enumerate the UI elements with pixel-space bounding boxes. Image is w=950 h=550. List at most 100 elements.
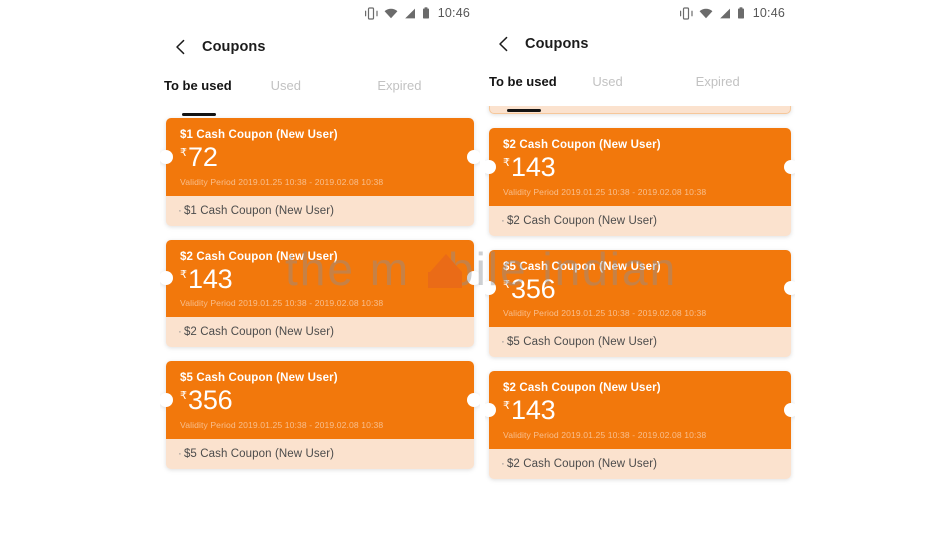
coupon-amount-value: 356: [188, 385, 233, 416]
coupon-amount-value: 143: [511, 152, 556, 182]
coupon-title: $2 Cash Coupon (New User): [503, 382, 661, 395]
tab-label: To be used: [489, 74, 557, 89]
coupon-amount-value: 356: [511, 273, 556, 304]
coupon-body: $5 Cash Coupon (New User) ₹ 356 Validity…: [160, 361, 480, 439]
coupon-amount: ₹ 356: [180, 385, 460, 416]
coupon-card[interactable]: $1 Cash Coupon (New User) ₹ 72 Validity …: [160, 118, 480, 226]
coupon-body: $5 Cash Coupon (New User) ₹ 356 Validity…: [485, 249, 795, 328]
coupon-validity: Validity Period 2019.01.25 10:38 - 2019.…: [503, 186, 707, 197]
tab-used[interactable]: Used: [267, 78, 374, 110]
coupon-footer: · $5 Cash Coupon (New User): [489, 327, 791, 358]
tab-expired[interactable]: Expired: [692, 74, 795, 106]
tab-active-indicator: [182, 112, 216, 116]
page-title: Coupons: [202, 39, 266, 55]
rupee-symbol: ₹: [503, 157, 510, 169]
tab-label: Expired: [695, 74, 740, 89]
coupon-amount-value: 143: [188, 263, 233, 294]
tab-bar-left: To be used Used Expired: [160, 78, 480, 116]
coupon-amount: ₹ 72: [180, 142, 460, 172]
coupon-body: $2 Cash Coupon (New User) ₹ 143 Validity…: [160, 239, 480, 318]
coupon-title: $5 Cash Coupon (New User): [180, 372, 338, 385]
coupon-notch-right: [784, 281, 795, 296]
status-bar-time: 10:46: [437, 6, 470, 20]
coupon-footer: · $5 Cash Coupon (New User): [166, 438, 474, 469]
app-bar-right: Coupons: [485, 27, 795, 61]
coupon-card[interactable]: $5 Cash Coupon (New User) ₹ 356 Validity…: [160, 361, 480, 469]
bullet-icon: ·: [501, 457, 505, 470]
coupon-validity: Validity Period 2019.01.25 10:38 - 2019.…: [503, 429, 707, 440]
coupon-notch-right: [467, 271, 480, 286]
vibrate-icon: [364, 6, 378, 20]
rupee-symbol: ₹: [503, 400, 510, 413]
coupon-card[interactable]: $5 Cash Coupon (New User) ₹ 356 Validity…: [485, 249, 795, 358]
coupon-notch-left: [160, 393, 173, 408]
coupon-validity: Validity Period 2019.01.25 10:38 - 2019.…: [503, 308, 707, 319]
bullet-icon: ·: [501, 214, 505, 227]
coupon-title: $2 Cash Coupon (New User): [180, 250, 338, 263]
coupon-notch-left: [160, 149, 173, 164]
coupon-notch-right: [467, 393, 480, 408]
coupon-amount: ₹ 143: [180, 263, 460, 294]
coupon-amount: ₹ 143: [503, 152, 777, 182]
coupon-body: $2 Cash Coupon (New User) ₹ 143 Validity…: [485, 371, 795, 449]
coupon-amount: ₹ 143: [503, 395, 777, 426]
vibrate-icon: [679, 6, 693, 20]
coupon-card[interactable]: $2 Cash Coupon (New User) ₹ 143 Validity…: [160, 239, 480, 348]
coupon-footer: · $1 Cash Coupon (New User): [166, 195, 474, 226]
coupon-footer-label: $5 Cash Coupon (New User): [183, 447, 335, 460]
coupon-validity: Validity Period 2019.01.25 10:38 - 2019.…: [180, 419, 384, 430]
bullet-icon: ·: [178, 326, 182, 339]
coupon-amount: ₹ 356: [503, 273, 777, 304]
tab-to-be-used[interactable]: To be used: [160, 78, 267, 116]
status-bar-time: 10:46: [752, 6, 785, 20]
app-bar-left: Coupons: [160, 30, 480, 64]
rupee-symbol: ₹: [180, 390, 187, 403]
coupon-list-left[interactable]: $1 Cash Coupon (New User) ₹ 72 Validity …: [160, 118, 480, 483]
back-arrow-icon[interactable]: [172, 38, 190, 56]
back-arrow-icon[interactable]: [495, 35, 513, 53]
coupon-notch-left: [485, 159, 496, 174]
rupee-symbol: ₹: [180, 147, 187, 159]
coupon-footer-label: $2 Cash Coupon (New User): [183, 326, 335, 339]
coupon-notch-right: [467, 149, 480, 164]
coupon-list-right[interactable]: $2 Cash Coupon (New User) ₹ 143 Validity…: [485, 92, 795, 493]
coupon-footer: · $2 Cash Coupon (New User): [489, 205, 791, 236]
coupon-body: $1 Cash Coupon (New User) ₹ 72 Validity …: [160, 118, 480, 196]
coupon-notch-left: [485, 403, 496, 418]
coupon-title: $5 Cash Coupon (New User): [503, 260, 661, 273]
tab-label: Used: [270, 78, 302, 93]
coupon-footer-label: $2 Cash Coupon (New User): [506, 457, 658, 470]
coupon-amount-value: 143: [511, 395, 556, 426]
bullet-icon: ·: [178, 447, 182, 460]
status-bar-left: 10:46: [160, 0, 480, 26]
coupon-title: $2 Cash Coupon (New User): [503, 139, 661, 151]
battery-icon: [737, 7, 744, 19]
screenshot-stage: 10:46 Coupons To be used Used Expired $1…: [0, 0, 950, 550]
coupon-amount-value: 72: [188, 142, 218, 172]
coupon-validity: Validity Period 2019.01.25 10:38 - 2019.…: [180, 176, 384, 187]
wifi-icon: [699, 8, 713, 18]
coupon-body: $2 Cash Coupon (New User) ₹ 143 Validity…: [485, 128, 795, 206]
phone-panel-left: 10:46 Coupons To be used Used Expired $1…: [160, 0, 480, 550]
coupon-card[interactable]: $2 Cash Coupon (New User) ₹ 143 Validity…: [485, 371, 795, 479]
coupon-notch-left: [485, 281, 496, 296]
coupon-footer-label: $2 Cash Coupon (New User): [506, 214, 658, 227]
status-bar-right: 10:46: [485, 0, 795, 26]
tab-used[interactable]: Used: [588, 74, 691, 106]
coupon-title: $1 Cash Coupon (New User): [180, 129, 338, 141]
tab-to-be-used[interactable]: To be used: [485, 74, 588, 112]
bullet-icon: ·: [501, 336, 505, 349]
coupon-notch-right: [784, 403, 795, 418]
signal-icon: [719, 8, 730, 18]
signal-icon: [404, 8, 415, 18]
coupon-card[interactable]: $2 Cash Coupon (New User) ₹ 143 Validity…: [485, 128, 795, 236]
rupee-symbol: ₹: [503, 278, 510, 291]
tab-expired[interactable]: Expired: [373, 78, 480, 110]
coupon-notch-left: [160, 271, 173, 286]
coupon-validity: Validity Period 2019.01.25 10:38 - 2019.…: [180, 298, 384, 309]
battery-icon: [422, 7, 429, 19]
tab-active-indicator: [507, 108, 541, 112]
bullet-icon: ·: [178, 204, 182, 217]
rupee-symbol: ₹: [180, 268, 187, 281]
coupon-footer-label: $1 Cash Coupon (New User): [183, 204, 335, 217]
